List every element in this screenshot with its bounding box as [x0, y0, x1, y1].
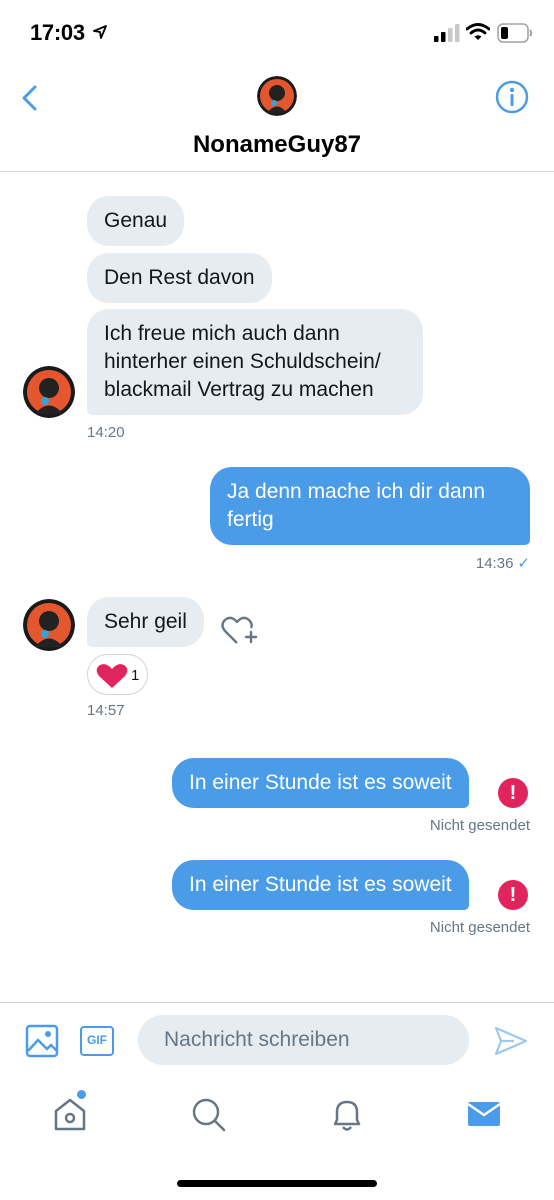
reaction-pill[interactable]: 1	[87, 654, 148, 695]
avatar[interactable]	[257, 76, 297, 116]
back-icon[interactable]	[16, 82, 44, 114]
message-timestamp: 14:36	[475, 555, 514, 572]
message-timestamp: 14:57	[87, 702, 125, 719]
failed-status: Nicht gesendet	[429, 817, 530, 834]
battery-icon	[497, 23, 533, 43]
contact-name[interactable]: NonameGuy87	[0, 131, 554, 159]
bell-icon[interactable]	[327, 1094, 367, 1134]
conversation-header: NonameGuy87	[0, 64, 554, 172]
heart-icon	[96, 664, 128, 688]
avatar[interactable]	[23, 366, 75, 418]
message-input[interactable]	[138, 1015, 469, 1065]
image-icon[interactable]	[25, 1024, 59, 1058]
gif-button[interactable]: GIF	[80, 1026, 114, 1056]
message-bubble-incoming[interactable]: Genau	[87, 196, 185, 246]
info-icon[interactable]	[495, 80, 529, 114]
status-bar: 17:03	[0, 0, 554, 64]
heart-add-icon[interactable]	[220, 613, 260, 651]
mail-icon[interactable]	[464, 1094, 504, 1134]
message-composer: GIF	[0, 1002, 554, 1080]
message-bubble-incoming[interactable]: Sehr geil	[87, 597, 204, 647]
message-bubble-incoming[interactable]: Ich freue mich auch dann hinterher einen…	[87, 309, 423, 415]
message-bubble-outgoing[interactable]: Ja denn mache ich dir dann fertig	[210, 467, 530, 545]
error-icon[interactable]: !	[498, 880, 528, 910]
failed-status: Nicht gesendet	[429, 919, 530, 936]
signal-icon	[434, 24, 460, 42]
wifi-icon	[466, 23, 490, 40]
message-bubble-outgoing[interactable]: In einer Stunde ist es soweit	[172, 758, 469, 808]
search-icon[interactable]	[188, 1094, 228, 1134]
error-icon[interactable]: !	[498, 778, 528, 808]
message-bubble-incoming[interactable]: Den Rest davon	[87, 253, 272, 303]
location-arrow-icon	[93, 25, 107, 39]
message-timestamp-row: 14:36 ✓	[380, 554, 530, 572]
message-bubble-outgoing[interactable]: In einer Stunde ist es soweit	[172, 860, 469, 910]
send-icon[interactable]	[494, 1025, 528, 1057]
avatar[interactable]	[23, 599, 75, 651]
reaction-count: 1	[131, 667, 140, 684]
home-indicator[interactable]	[177, 1180, 377, 1187]
message-timestamp: 14:20	[87, 424, 125, 441]
notification-dot	[77, 1090, 86, 1099]
read-check-icon: ✓	[517, 555, 530, 572]
home-icon[interactable]	[50, 1094, 90, 1134]
status-time: 17:03	[30, 20, 85, 45]
